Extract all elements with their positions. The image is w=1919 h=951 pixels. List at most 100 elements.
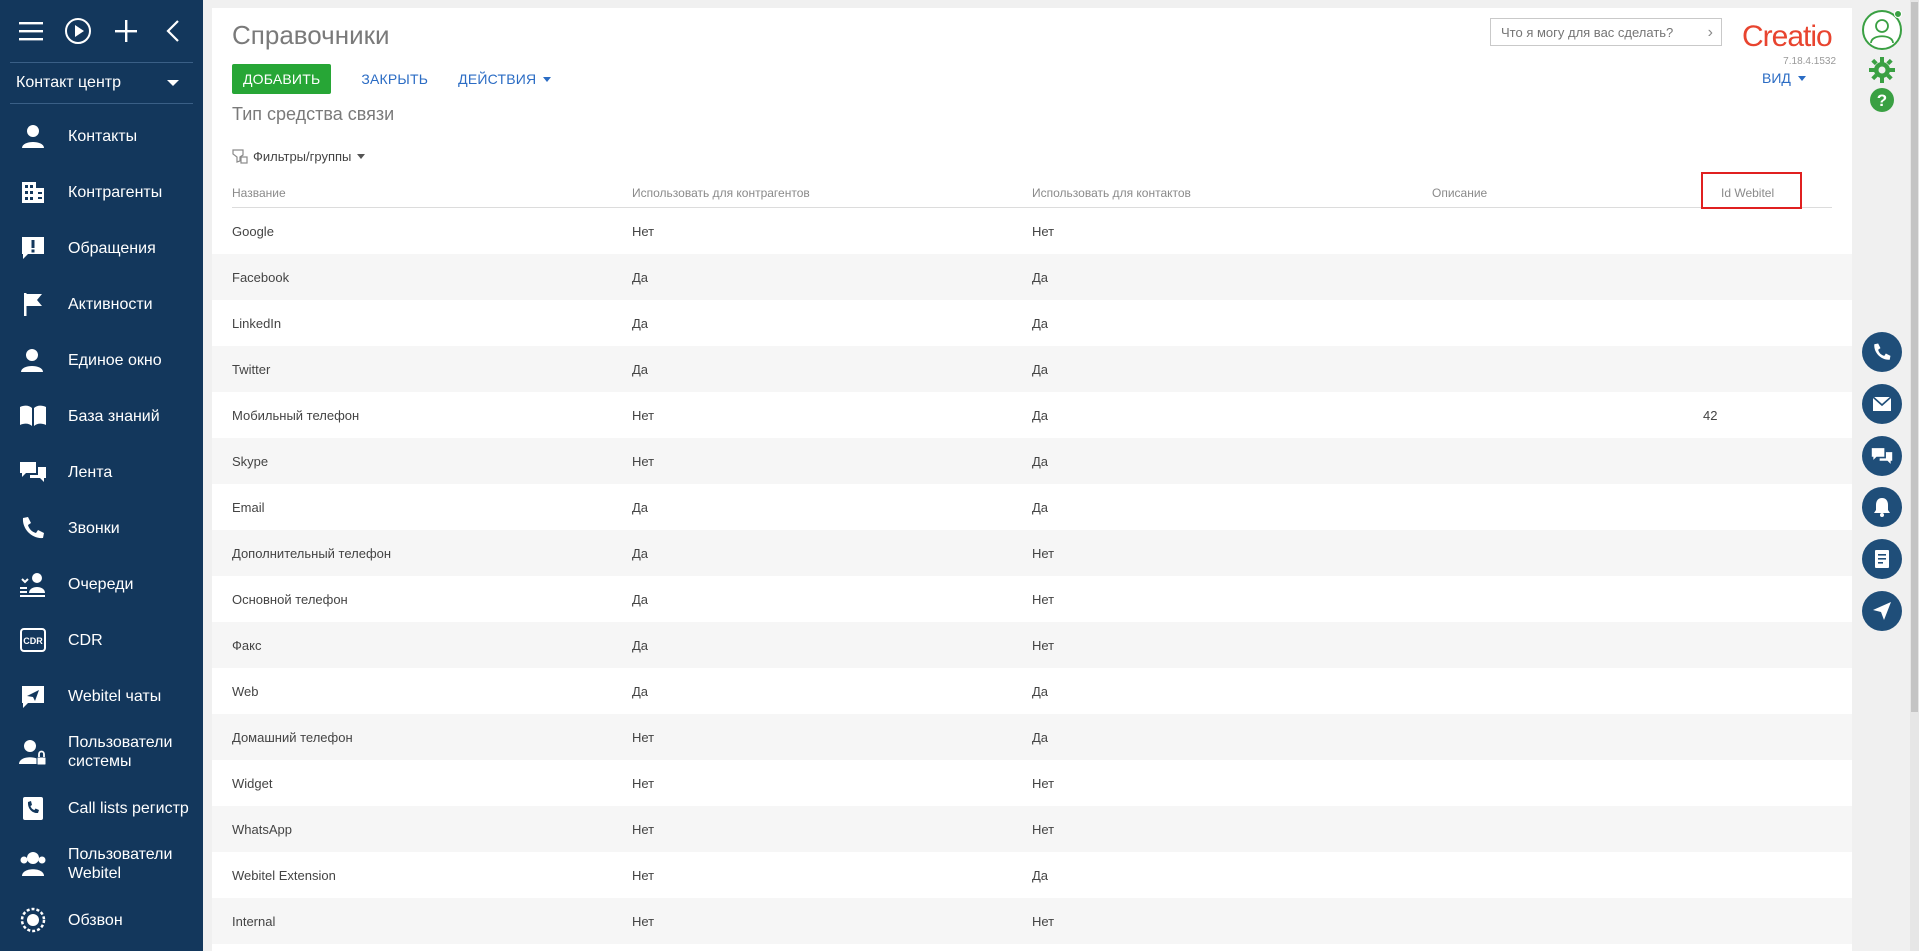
- chevron-down-icon: [167, 80, 179, 86]
- vertical-scrollbar[interactable]: [1910, 0, 1919, 951]
- sidebar-item-label: Единое окно: [68, 351, 162, 369]
- table-row[interactable]: LinkedIn Да Да: [212, 300, 1852, 346]
- column-header-use-for-contacts[interactable]: Использовать для контактов: [1032, 186, 1191, 200]
- add-button[interactable]: ДОБАВИТЬ: [232, 64, 332, 94]
- main-content: Справочники › Creatio 7.18.4.1532 ДОБАВИ…: [212, 8, 1852, 951]
- queue-icon: [18, 569, 48, 599]
- sidebar-item-single-window[interactable]: Единое окно: [0, 332, 203, 388]
- menu-icon[interactable]: [14, 11, 48, 51]
- book-icon: [18, 401, 48, 431]
- cell-use-for-contacts: Нет: [1032, 223, 1055, 239]
- sidebar-item-label: Call lists регистр: [68, 799, 189, 817]
- sidebar-item-contacts[interactable]: Контакты: [0, 108, 203, 164]
- sidebar-item-label: Лента: [68, 463, 113, 481]
- cell-use-for-accounts: Нет: [632, 729, 655, 745]
- plus-icon[interactable]: [109, 11, 143, 51]
- sidebar-item-cases[interactable]: Обращения: [0, 220, 203, 276]
- system-users-icon: [18, 737, 48, 767]
- sidebar-item-call-lists[interactable]: Call lists регистр: [0, 780, 203, 836]
- cell-name: Web: [232, 683, 259, 699]
- command-search-input[interactable]: [1501, 24, 1691, 40]
- command-line[interactable]: ›: [1490, 18, 1722, 46]
- column-header-name[interactable]: Название: [232, 186, 286, 200]
- table-row[interactable]: Webitel Extension Нет Да: [212, 852, 1852, 898]
- actions-button[interactable]: ДЕЙСТВИЯ: [458, 71, 552, 87]
- email-icon[interactable]: [1862, 384, 1902, 424]
- table-row[interactable]: Основной телефон Да Нет: [212, 576, 1852, 622]
- chevron-right-icon[interactable]: ›: [1708, 24, 1713, 42]
- sidebar-item-calls[interactable]: Звонки: [0, 500, 203, 556]
- cdr-icon: CDR: [18, 625, 48, 655]
- sidebar-item-label: Пользователи Webitel: [68, 846, 173, 882]
- column-header-use-for-accounts[interactable]: Использовать для контрагентов: [632, 186, 810, 200]
- chevron-down-icon: [543, 76, 552, 82]
- chevron-down-icon: [357, 153, 366, 159]
- table-row[interactable]: Google Нет Нет: [212, 208, 1852, 254]
- table-row[interactable]: Skype Нет Да: [212, 438, 1852, 484]
- table-row[interactable]: Email Да Да: [212, 484, 1852, 530]
- sidebar-item-webitel-chats[interactable]: Webitel чаты: [0, 668, 203, 724]
- chat-icon[interactable]: [1862, 436, 1902, 476]
- close-button[interactable]: ЗАКРЫТЬ: [361, 71, 428, 87]
- table-row[interactable]: Facebook Да Да: [212, 254, 1852, 300]
- profile-avatar[interactable]: [1862, 10, 1902, 50]
- column-header-description[interactable]: Описание: [1432, 186, 1487, 200]
- grid-rows: Google Нет Нет Facebook Да Да LinkedIn Да Да Twit…: [212, 208, 1852, 944]
- table-row[interactable]: Twitter Да Да: [212, 346, 1852, 392]
- workplace-label: Контакт центр: [16, 74, 121, 91]
- lookup-grid: Название Использовать для контрагентов И…: [212, 172, 1852, 944]
- cell-use-for-accounts: Нет: [632, 453, 655, 469]
- sidebar-item-system-users[interactable]: Пользователи системы: [0, 724, 203, 780]
- cell-name: Internal: [232, 913, 276, 929]
- cell-use-for-contacts: Да: [1032, 453, 1049, 469]
- table-row[interactable]: Widget Нет Нет: [212, 760, 1852, 806]
- sidebar-item-activities[interactable]: Активности: [0, 276, 203, 332]
- table-row[interactable]: Web Да Да: [212, 668, 1852, 714]
- sidebar-item-label: Webitel чаты: [68, 687, 162, 705]
- sidebar-item-label: Пользователи системы: [68, 734, 173, 770]
- table-row[interactable]: Мобильный телефон Нет Да 42: [212, 392, 1852, 438]
- scrollbar-thumb[interactable]: [1911, 2, 1918, 712]
- play-circle-icon[interactable]: [61, 11, 95, 51]
- cell-use-for-contacts: Да: [1032, 269, 1049, 285]
- collapse-chevron-icon[interactable]: [156, 11, 190, 51]
- version-label: 7.18.4.1532: [1783, 56, 1836, 67]
- workplace-selector[interactable]: Контакт центр: [10, 62, 193, 104]
- table-row[interactable]: Факс Да Нет: [212, 622, 1852, 668]
- phone-icon[interactable]: [1862, 332, 1902, 372]
- contact-icon: [18, 121, 48, 151]
- sidebar-item-queues[interactable]: Очереди: [0, 556, 203, 612]
- document-icon[interactable]: [1862, 539, 1902, 579]
- sidebar-item-accounts[interactable]: Контрагенты: [0, 164, 203, 220]
- cell-use-for-contacts: Нет: [1032, 591, 1055, 607]
- sidebar-item-feed[interactable]: Лента: [0, 444, 203, 500]
- cell-use-for-accounts: Да: [632, 315, 649, 331]
- sidebar-item-label: База знаний: [68, 407, 160, 425]
- alert-bubble-icon: [18, 233, 48, 263]
- svg-text:CDR: CDR: [23, 636, 43, 646]
- bell-icon[interactable]: [1862, 487, 1902, 527]
- send-icon[interactable]: [1862, 591, 1902, 631]
- sidebar-item-knowledge-base[interactable]: База знаний: [0, 388, 203, 444]
- view-button[interactable]: ВИД: [1762, 70, 1806, 86]
- cell-name: Webitel Extension: [232, 867, 336, 883]
- sidebar-item-dialer[interactable]: Обзвон: [0, 892, 203, 948]
- cell-use-for-accounts: Да: [632, 545, 649, 561]
- table-row[interactable]: Internal Нет Нет: [212, 898, 1852, 944]
- cell-name: Мобильный телефон: [232, 407, 360, 423]
- cell-use-for-accounts: Да: [632, 361, 649, 377]
- view-button-label: ВИД: [1762, 70, 1791, 86]
- sidebar-menu: Контакты Контрагенты Обращения Активност…: [0, 104, 203, 948]
- user-icon: [1870, 19, 1894, 44]
- sidebar-item-webitel-users[interactable]: Пользователи Webitel: [0, 836, 203, 892]
- phone-icon: [18, 513, 48, 543]
- table-row[interactable]: Домашний телефон Нет Да: [212, 714, 1852, 760]
- help-icon[interactable]: ?: [1868, 86, 1896, 114]
- filters-groups-button[interactable]: Фильтры/группы: [232, 148, 366, 164]
- gear-icon[interactable]: [1868, 56, 1896, 84]
- table-row[interactable]: Дополнительный телефон Да Нет: [212, 530, 1852, 576]
- sidebar-item-label: Контрагенты: [68, 183, 163, 201]
- sidebar-item-cdr[interactable]: CDR CDR: [0, 612, 203, 668]
- filters-label: Фильтры/группы: [253, 148, 352, 164]
- table-row[interactable]: WhatsApp Нет Нет: [212, 806, 1852, 852]
